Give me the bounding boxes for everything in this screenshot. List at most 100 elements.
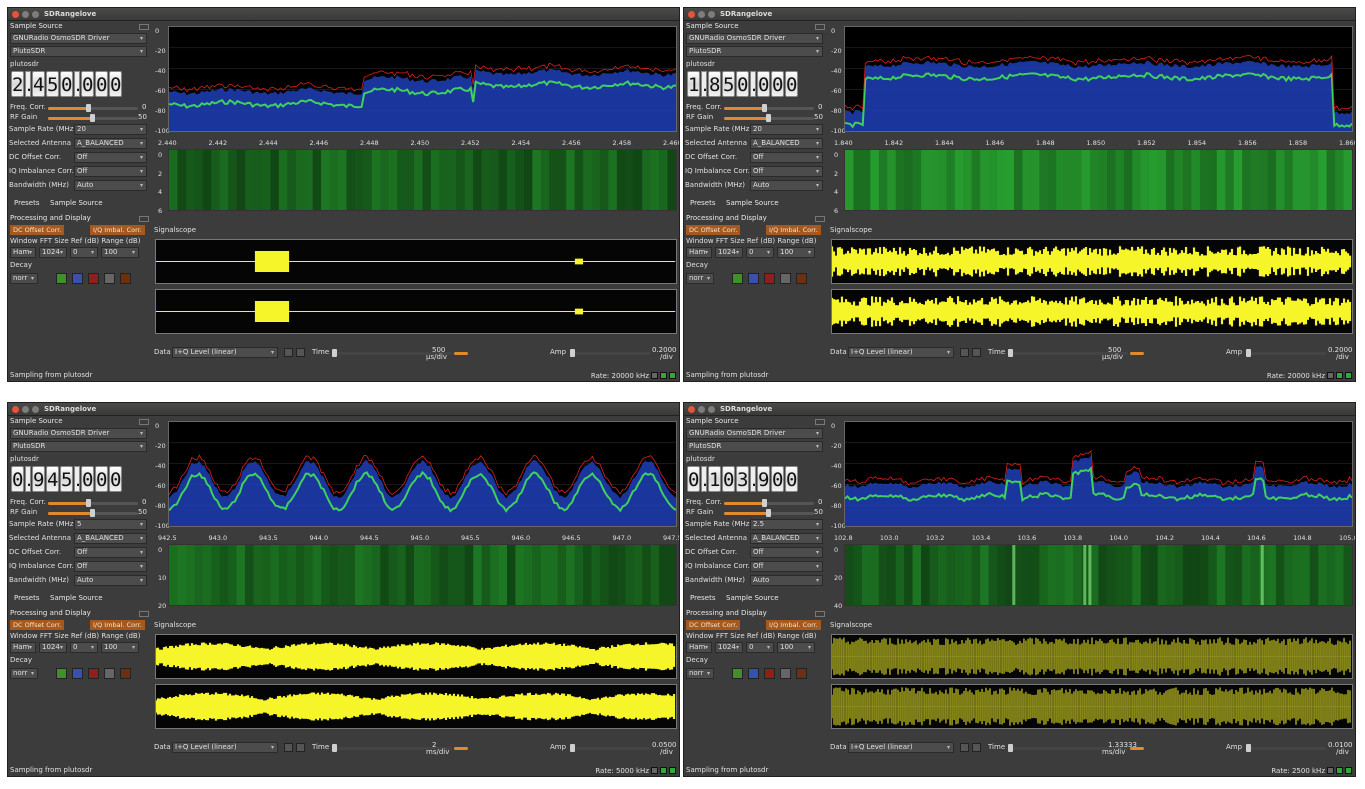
window-select[interactable]: Ham ▾ [686,247,712,258]
scope-channel-i[interactable] [155,239,677,284]
dc-offset-select[interactable]: Off ▾ [750,152,823,163]
close-button[interactable] [12,11,19,18]
frequency-digit[interactable]: 5 [46,71,59,97]
decay-select[interactable]: norr ▾ [686,668,714,679]
dc-offset-toggle[interactable]: DC Offset Corr. [686,620,741,630]
spectrum-display[interactable] [844,421,1353,527]
display-peak-icon[interactable] [88,273,99,284]
stepper-icon[interactable] [296,348,305,357]
window-select[interactable]: Ham ▾ [10,642,36,653]
driver-select[interactable]: GNURadio OsmoSDR Driver ▾ [686,33,823,44]
range-select[interactable]: 100 ▾ [777,247,815,258]
stepper-icon[interactable] [972,348,981,357]
slider-handle[interactable] [766,114,771,122]
ref-select[interactable]: 0 ▾ [70,642,98,653]
device-select[interactable]: PlutoSDR ▾ [686,441,823,452]
spectrum-display[interactable] [168,421,677,527]
run-indicator-icon[interactable] [669,372,676,379]
minimize-button[interactable] [698,11,705,18]
amp-slider[interactable] [570,744,650,752]
data-mode-select[interactable]: I+Q Level (linear) ▾ [172,347,278,358]
slider-handle[interactable] [332,744,337,752]
dock-float-icon[interactable] [815,419,825,425]
spectrum-display[interactable] [844,26,1353,132]
time-fine-slider[interactable] [1130,747,1144,750]
ref-select[interactable]: 0 ▾ [746,247,774,258]
tab-sample-source[interactable]: Sample Source [726,199,779,207]
dc-offset-toggle[interactable]: DC Offset Corr. [686,225,741,235]
antenna-select[interactable]: A_BALANCED ▾ [74,138,147,149]
data-mode-select[interactable]: I+Q Level (linear) ▾ [848,742,954,753]
display-invert-icon[interactable] [796,668,807,679]
dock-float-icon[interactable] [815,24,825,30]
minimize-button[interactable] [698,406,705,413]
frequency-digit[interactable]: 2 [11,71,24,97]
tab-presets[interactable]: Presets [14,594,39,602]
display-invert-icon[interactable] [120,668,131,679]
maximize-button[interactable] [708,406,715,413]
time-fine-slider[interactable] [454,352,468,355]
bandwidth-select[interactable]: Auto ▾ [74,575,147,586]
trigger-icon[interactable] [284,743,293,752]
tab-sample-source[interactable]: Sample Source [50,594,103,602]
slider-handle[interactable] [332,349,337,357]
stepper-icon[interactable] [972,743,981,752]
scope-channel-q[interactable] [155,684,677,729]
device-select[interactable]: PlutoSDR ▾ [686,46,823,57]
frequency-digit[interactable]: 0 [81,71,94,97]
frequency-digit[interactable]: 4 [46,466,59,492]
bandwidth-select[interactable]: Auto ▾ [750,575,823,586]
slider-handle[interactable] [1008,349,1013,357]
frequency-digit[interactable]: 0 [109,466,122,492]
amp-slider[interactable] [570,349,650,357]
bandwidth-select[interactable]: Auto ▾ [750,180,823,191]
iq-imbal-toggle[interactable]: I/Q Imbal. Corr. [90,620,145,630]
maximize-button[interactable] [32,406,39,413]
slider-handle[interactable] [1246,744,1251,752]
driver-select[interactable]: GNURadio OsmoSDR Driver ▾ [10,33,147,44]
slider-handle[interactable] [1008,744,1013,752]
minimize-button[interactable] [22,406,29,413]
freq-corr-slider[interactable] [48,499,138,507]
iq-imbal-toggle[interactable]: I/Q Imbal. Corr. [90,225,145,235]
slider-handle[interactable] [86,104,91,112]
scope-channel-i[interactable] [155,634,677,679]
fft-size-select[interactable]: 1024 ▾ [39,247,67,258]
display-histogram-icon[interactable] [748,273,759,284]
scope-channel-i[interactable] [831,634,1353,679]
display-grid-icon[interactable] [104,273,115,284]
rf-gain-slider[interactable] [48,114,138,122]
freq-corr-slider[interactable] [724,104,814,112]
sample-rate-select[interactable]: 5 ▾ [74,519,147,530]
slider-handle[interactable] [90,509,95,517]
fft-size-select[interactable]: 1024 ▾ [715,642,743,653]
tab-sample-source[interactable]: Sample Source [726,594,779,602]
data-mode-select[interactable]: I+Q Level (linear) ▾ [848,347,954,358]
display-peak-icon[interactable] [88,668,99,679]
amp-slider[interactable] [1246,349,1326,357]
record-icon[interactable] [1327,372,1334,379]
close-button[interactable] [688,11,695,18]
waterfall-display[interactable] [168,544,677,606]
dc-offset-toggle[interactable]: DC Offset Corr. [10,225,65,235]
dock-float-icon[interactable] [139,419,149,425]
record-icon[interactable] [651,767,658,774]
frequency-digit[interactable]: 3 [736,466,749,492]
frequency-digit[interactable]: 1 [708,466,721,492]
run-indicator-icon[interactable] [1336,767,1343,774]
frequency-digit[interactable]: 0 [109,71,122,97]
dock-float-icon[interactable] [139,611,149,617]
dc-offset-select[interactable]: Off ▾ [74,547,147,558]
decay-select[interactable]: norr ▾ [10,273,38,284]
tab-presets[interactable]: Presets [690,199,715,207]
data-mode-select[interactable]: I+Q Level (linear) ▾ [172,742,278,753]
time-fine-slider[interactable] [454,747,468,750]
dock-float-icon[interactable] [815,611,825,617]
rf-gain-slider[interactable] [48,509,138,517]
slider-handle[interactable] [90,114,95,122]
ref-select[interactable]: 0 ▾ [70,247,98,258]
rf-gain-slider[interactable] [724,114,814,122]
ref-select[interactable]: 0 ▾ [746,642,774,653]
frequency-digit[interactable]: 0 [785,71,798,97]
frequency-digit[interactable]: 5 [722,71,735,97]
